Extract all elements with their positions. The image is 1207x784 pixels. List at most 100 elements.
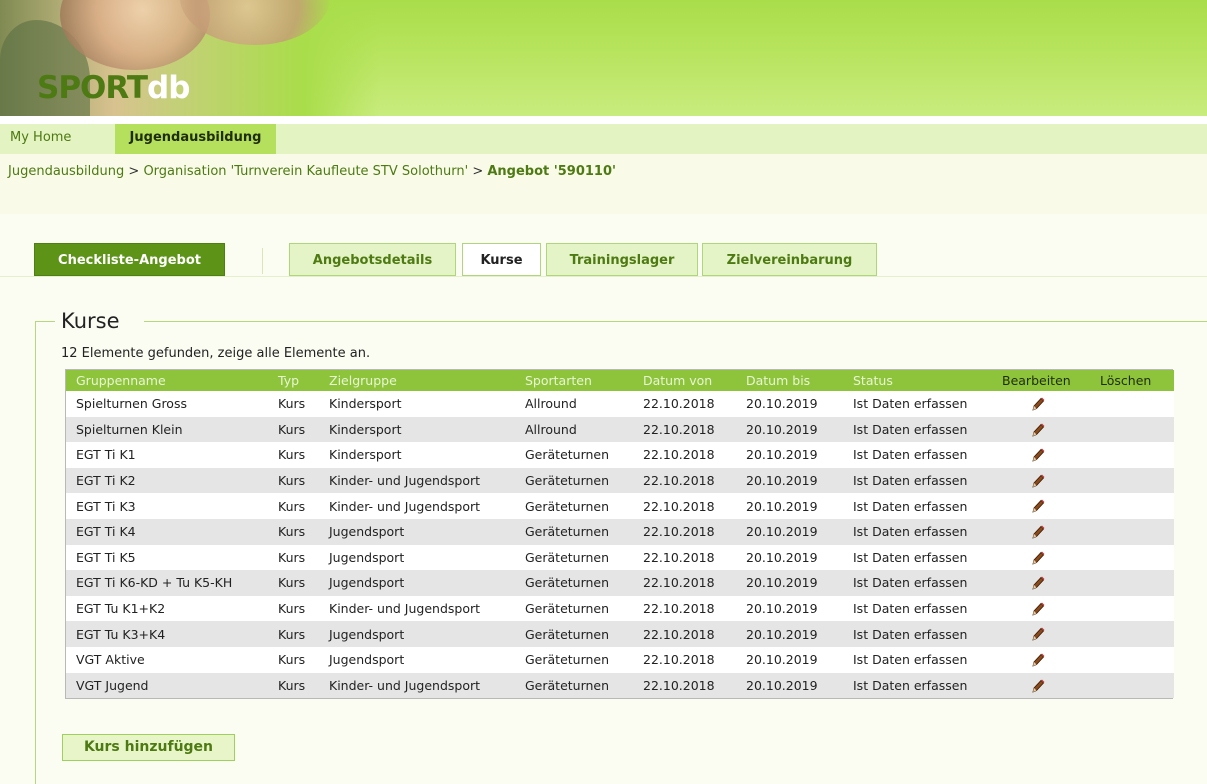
table-row[interactable]: EGT Ti K6-KD + Tu K5-KH Kurs Jugendsport Ge… (66, 570, 1174, 596)
cell-datum-von: 22.10.2018 (633, 416, 736, 443)
col-status[interactable]: Status (843, 370, 992, 391)
logo-db: db (147, 70, 190, 106)
pencil-icon[interactable] (1030, 550, 1046, 566)
cell-bearbeiten (992, 621, 1090, 647)
breadcrumb-current: Angebot '590110' (487, 164, 617, 179)
breadcrumb-jugendausbildung[interactable]: Jugendausbildung (8, 164, 124, 179)
pencil-icon[interactable] (1030, 575, 1046, 591)
cell-bearbeiten (992, 442, 1090, 468)
table-row[interactable]: EGT Tu K1+K2 Kurs Kinder- und Jugendsport G… (66, 595, 1174, 622)
pencil-icon[interactable] (1030, 422, 1046, 438)
pencil-icon[interactable] (1030, 524, 1046, 540)
tab-kurse[interactable]: Kurse (462, 243, 541, 276)
cell-bearbeiten (992, 544, 1090, 571)
cell-bearbeiten (992, 518, 1090, 545)
cell-typ: Kurs (268, 621, 319, 647)
cell-datum-von: 22.10.2018 (633, 595, 736, 622)
cell-zielgruppe: Kinder- und Jugendsport (319, 595, 515, 622)
pencil-icon[interactable] (1030, 396, 1046, 412)
cell-loeschen (1090, 621, 1174, 647)
col-typ[interactable]: Typ (268, 370, 319, 391)
tab-angebotsdetails[interactable]: Angebotsdetails (289, 243, 456, 276)
nav-my-home[interactable]: My Home (0, 124, 115, 154)
tab-zielvereinbarung[interactable]: Zielvereinbarung (702, 243, 877, 276)
cell-zielgruppe: Jugendsport (319, 570, 515, 596)
header-banner: SPORTdb (0, 0, 1207, 116)
cell-typ: Kurs (268, 442, 319, 468)
table-row[interactable]: EGT Ti K3 Kurs Kinder- und Jugendsport Gerä… (66, 493, 1174, 519)
cell-status: Ist Daten erfassen (843, 595, 992, 622)
table-row[interactable]: VGT Aktive Kurs Jugendsport Geräteturnen 22.… (66, 646, 1174, 673)
cell-datum-von: 22.10.2018 (633, 467, 736, 494)
table-row[interactable]: Spielturnen Gross Kurs Kindersport Allround… (66, 391, 1174, 417)
cell-datum-bis: 20.10.2019 (736, 570, 843, 596)
top-navigation: My Home Jugendausbildung (0, 124, 1207, 156)
cell-datum-bis: 20.10.2019 (736, 442, 843, 468)
cell-gruppenname: EGT Ti K2 (66, 467, 268, 494)
cell-loeschen (1090, 672, 1174, 699)
cell-bearbeiten (992, 570, 1090, 596)
breadcrumb: Jugendausbildung > Organisation 'Turnver… (0, 154, 1207, 214)
cell-zielgruppe: Kinder- und Jugendsport (319, 493, 515, 519)
cell-gruppenname: VGT Jugend (66, 672, 268, 699)
cell-gruppenname: EGT Ti K5 (66, 544, 268, 571)
result-summary: 12 Elemente gefunden, zeige alle Element… (61, 346, 371, 361)
table-row[interactable]: EGT Ti K5 Kurs Jugendsport Geräteturnen 22.1… (66, 544, 1174, 571)
col-datum-bis[interactable]: Datum bis (736, 370, 843, 391)
cell-typ: Kurs (268, 646, 319, 673)
pencil-icon[interactable] (1030, 678, 1046, 694)
cell-sportarten: Geräteturnen (515, 544, 633, 571)
cell-sportarten: Geräteturnen (515, 467, 633, 494)
pencil-icon[interactable] (1030, 447, 1046, 463)
nav-jugendausbildung[interactable]: Jugendausbildung (115, 124, 276, 154)
cell-zielgruppe: Kindersport (319, 442, 515, 468)
cell-loeschen (1090, 544, 1174, 571)
cell-bearbeiten (992, 467, 1090, 494)
pencil-icon[interactable] (1030, 498, 1046, 514)
cell-gruppenname: EGT Tu K3+K4 (66, 621, 268, 647)
cell-datum-von: 22.10.2018 (633, 518, 736, 545)
kurse-table: Gruppenname Typ Zielgruppe Sportarten Da… (65, 369, 1174, 700)
pencil-icon[interactable] (1030, 473, 1046, 489)
cell-bearbeiten (992, 672, 1090, 699)
breadcrumb-organisation[interactable]: Organisation 'Turnverein Kaufleute STV S… (143, 164, 468, 179)
col-datum-von[interactable]: Datum von (633, 370, 736, 391)
tab-trainingslager[interactable]: Trainingslager (546, 243, 698, 276)
col-zielgruppe[interactable]: Zielgruppe (319, 370, 515, 391)
cell-status: Ist Daten erfassen (843, 442, 992, 468)
pencil-icon[interactable] (1030, 626, 1046, 642)
cell-datum-bis: 20.10.2019 (736, 391, 843, 417)
col-gruppenname[interactable]: Gruppenname (66, 370, 268, 391)
tab-checkliste-angebot[interactable]: Checkliste-Angebot (34, 243, 225, 276)
sportdb-logo[interactable]: SPORTdb (37, 70, 190, 106)
breadcrumb-separator: > (128, 164, 140, 179)
table-row[interactable]: EGT Ti K4 Kurs Jugendsport Geräteturnen 22.1… (66, 518, 1174, 545)
cell-zielgruppe: Kinder- und Jugendsport (319, 672, 515, 699)
cell-datum-bis: 20.10.2019 (736, 518, 843, 545)
cell-gruppenname: EGT Ti K6-KD + Tu K5-KH (66, 570, 268, 596)
table-row[interactable]: Spielturnen Klein Kurs Kindersport Allround… (66, 416, 1174, 443)
cell-datum-bis: 20.10.2019 (736, 595, 843, 622)
cell-status: Ist Daten erfassen (843, 391, 992, 417)
cell-datum-bis: 20.10.2019 (736, 493, 843, 519)
cell-datum-von: 22.10.2018 (633, 391, 736, 417)
cell-sportarten: Geräteturnen (515, 672, 633, 699)
cell-datum-von: 22.10.2018 (633, 621, 736, 647)
table-row[interactable]: EGT Tu K3+K4 Kurs Jugendsport Geräteturnen 2… (66, 621, 1174, 647)
table-row[interactable]: VGT Jugend Kurs Kinder- und Jugendsport Ger… (66, 672, 1174, 699)
cell-loeschen (1090, 646, 1174, 673)
cell-zielgruppe: Kindersport (319, 416, 515, 443)
pencil-icon[interactable] (1030, 601, 1046, 617)
cell-gruppenname: VGT Aktive (66, 646, 268, 673)
pencil-icon[interactable] (1030, 652, 1046, 668)
cell-sportarten: Geräteturnen (515, 621, 633, 647)
add-kurs-button[interactable]: Kurs hinzufügen (62, 734, 235, 761)
table-row[interactable]: EGT Ti K1 Kurs Kindersport Geräteturnen 22.1… (66, 442, 1174, 468)
cell-status: Ist Daten erfassen (843, 416, 992, 443)
cell-typ: Kurs (268, 467, 319, 494)
cell-bearbeiten (992, 391, 1090, 417)
cell-typ: Kurs (268, 544, 319, 571)
cell-typ: Kurs (268, 570, 319, 596)
table-row[interactable]: EGT Ti K2 Kurs Kinder- und Jugendsport Gerä… (66, 467, 1174, 494)
col-sportarten[interactable]: Sportarten (515, 370, 633, 391)
